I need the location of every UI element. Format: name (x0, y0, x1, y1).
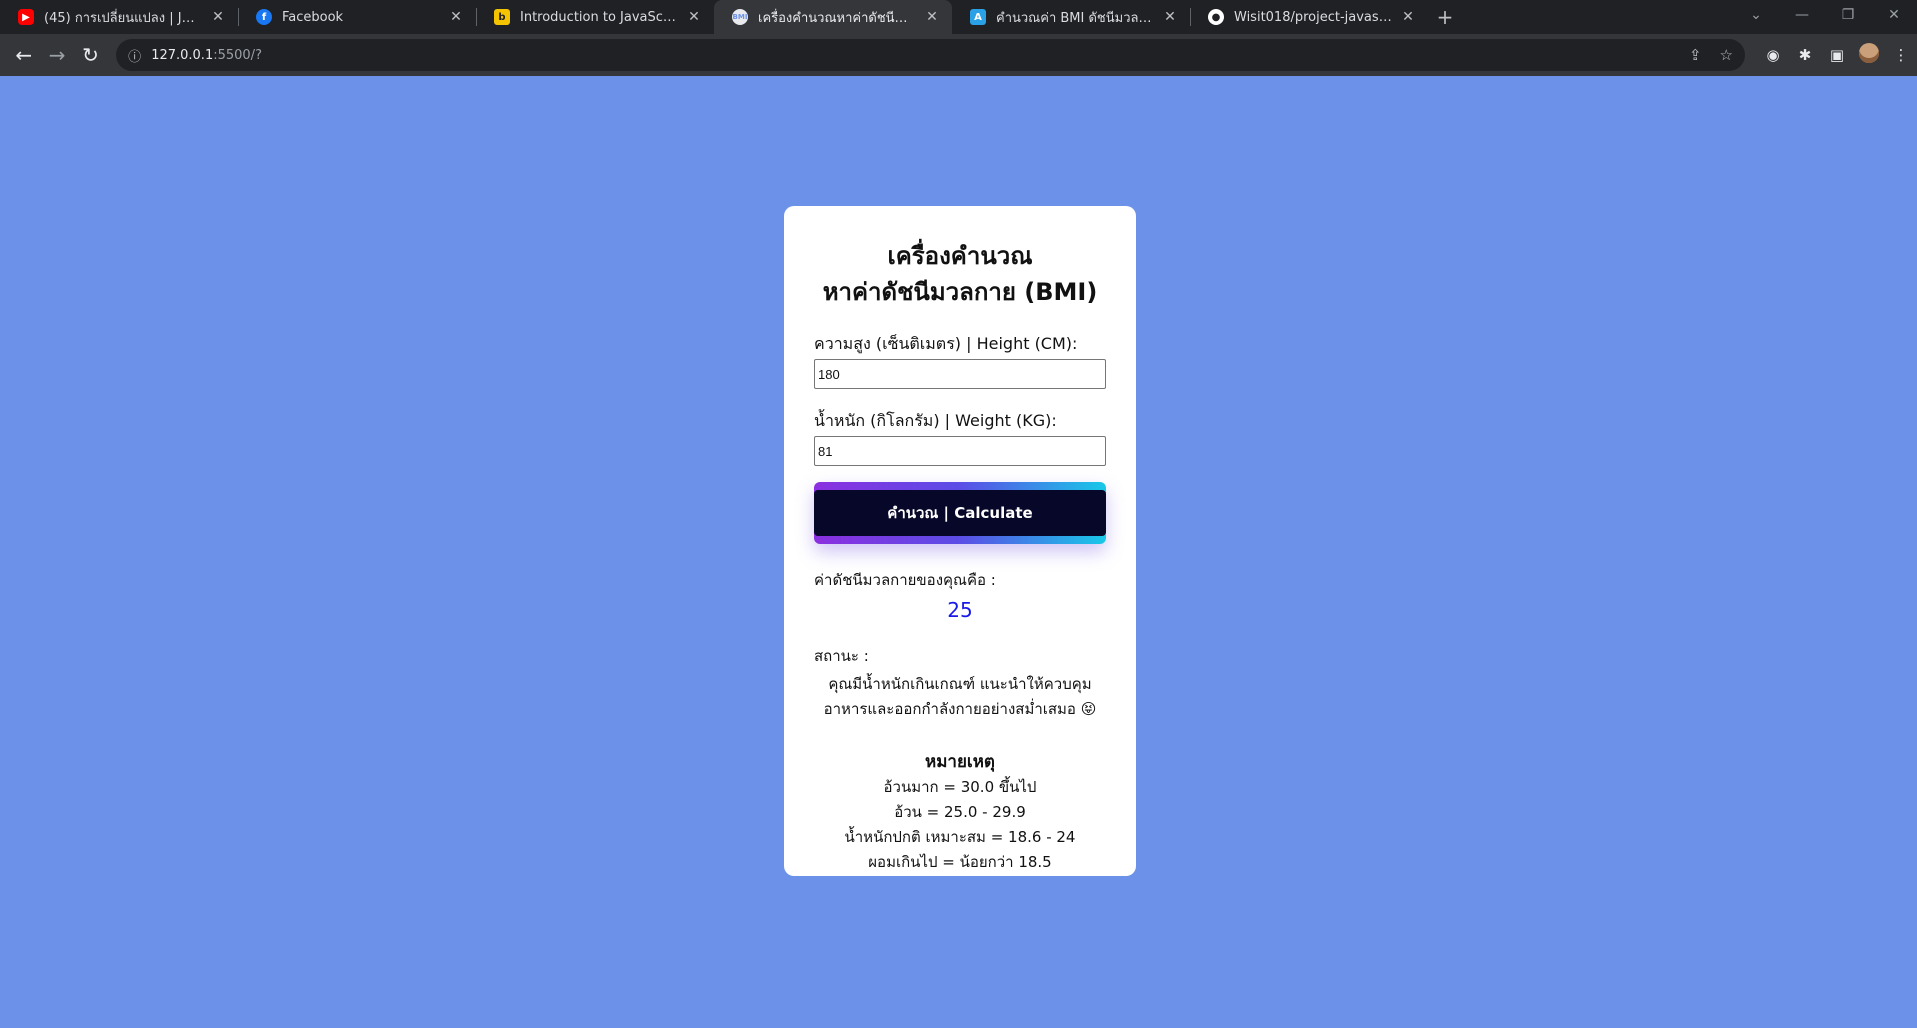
status-line-2: อาหารและออกกำลังกายอย่างสม่ำเสมอ 😝 (823, 700, 1097, 718)
result-label: ค่าดัชนีมวลกายของคุณคือ : (814, 571, 996, 589)
bmi-card: เครื่องคำนวณ หาค่าดัชนีมวลกาย (BMI) ความ… (784, 206, 1136, 876)
tab-search-icon[interactable]: ⌄ (1733, 0, 1779, 30)
tab-facebook[interactable]: f Facebook ✕ (238, 0, 476, 34)
status-label: สถานะ : (814, 647, 869, 665)
note-line-obese: อ้วน = 25.0 - 29.9 (894, 803, 1026, 821)
close-icon[interactable]: ✕ (924, 9, 940, 25)
tab-title: Facebook (282, 9, 344, 25)
title-line-1: เครื่องคำนวณ (887, 242, 1033, 270)
extension-icon[interactable]: ◉ (1757, 46, 1789, 64)
borntodev-icon: b (494, 9, 510, 25)
tab-title: (45) การเปลี่ยนแปลง | JONIN | THE (44, 10, 202, 26)
forward-button[interactable]: → (41, 39, 72, 71)
tab-borntodev[interactable]: b Introduction to JavaScript | born ✕ (476, 0, 714, 34)
note-line-underweight: ผอมเกินไป = น้อยกว่า 18.5 (868, 853, 1052, 871)
profile-avatar[interactable] (1853, 43, 1885, 67)
url-path: :5500/? (213, 47, 262, 63)
tab-strip: ▶ (45) การเปลี่ยนแปลง | JONIN | THE ✕ f … (0, 0, 1917, 34)
hospital-icon: A (970, 9, 986, 25)
extensions-puzzle-icon[interactable]: ✱ (1789, 46, 1821, 64)
reload-button[interactable]: ↻ (75, 39, 106, 71)
github-icon: ● (1208, 9, 1224, 25)
restore-button[interactable]: ❐ (1825, 0, 1871, 30)
note-line-very-obese: อ้วนมาก = 30.0 ขึ้นไป (883, 778, 1037, 796)
close-icon[interactable]: ✕ (210, 9, 226, 25)
bmi-icon: BMI (732, 9, 748, 25)
youtube-icon: ▶ (18, 9, 34, 25)
bookmark-star-icon[interactable]: ☆ (1720, 46, 1733, 64)
menu-kebab-icon[interactable]: ⋮ (1885, 46, 1917, 64)
new-tab-button[interactable]: + (1428, 0, 1462, 34)
url-host: 127.0.0.1 (151, 47, 214, 63)
close-icon[interactable]: ✕ (1400, 9, 1416, 25)
browser-toolbar: ← → ↻ ⓘ 127.0.0.1 :5500/? ⇪ ☆ ◉ ✱ ▣ ⋮ (0, 34, 1917, 76)
side-panel-icon[interactable]: ▣ (1821, 46, 1853, 64)
height-input[interactable] (814, 359, 1106, 389)
status-line-1: คุณมีน้ำหนักเกินเกณฑ์ แนะนำให้ควบคุม (828, 675, 1092, 693)
page-title: เครื่องคำนวณ หาค่าดัชนีมวลกาย (BMI) (814, 238, 1106, 310)
tab-title: Introduction to JavaScript | born (520, 9, 678, 25)
calculate-button-frame: คำนวณ | Calculate (814, 482, 1106, 544)
status-message: คุณมีน้ำหนักเกินเกณฑ์ แนะนำให้ควบคุม อาห… (814, 672, 1106, 722)
height-label: ความสูง (เซ็นติเมตร) | Height (CM): (814, 334, 1078, 353)
tab-title: เครื่องคำนวณหาค่าดัชนีมวลกาย (BMI (758, 10, 916, 26)
page-background: เครื่องคำนวณ หาค่าดัชนีมวลกาย (BMI) ความ… (0, 76, 1917, 1028)
tab-hospital-bmi[interactable]: A คำนวณค่า BMI ดัชนีมวลกาย | โรงพ ✕ (952, 0, 1190, 34)
tab-title: คำนวณค่า BMI ดัชนีมวลกาย | โรงพ (996, 10, 1154, 26)
calculate-button[interactable]: คำนวณ | Calculate (814, 490, 1106, 536)
close-window-button[interactable]: ✕ (1871, 0, 1917, 30)
weight-input[interactable] (814, 436, 1106, 466)
site-info-icon[interactable]: ⓘ (128, 46, 141, 65)
close-icon[interactable]: ✕ (448, 9, 464, 25)
window-controls: ⌄ — ❐ ✕ (1733, 0, 1917, 30)
weight-label: น้ำหนัก (กิโลกรัม) | Weight (KG): (814, 411, 1057, 430)
close-icon[interactable]: ✕ (686, 9, 702, 25)
back-button[interactable]: ← (8, 39, 39, 71)
minimize-button[interactable]: — (1779, 0, 1825, 30)
notes-title: หมายเหตุ (925, 752, 995, 772)
tab-github[interactable]: ● Wisit018/project-javascript: lear ✕ (1190, 0, 1428, 34)
title-line-2: หาค่าดัชนีมวลกาย (BMI) (822, 278, 1098, 306)
bmi-result-value: 25 (947, 598, 973, 622)
share-icon[interactable]: ⇪ (1689, 46, 1702, 64)
address-bar[interactable]: ⓘ 127.0.0.1 :5500/? ⇪ ☆ (116, 39, 1745, 71)
facebook-icon: f (256, 9, 272, 25)
close-icon[interactable]: ✕ (1162, 9, 1178, 25)
notes-section: หมายเหตุ อ้วนมาก = 30.0 ขึ้นไป อ้วน = 25… (814, 748, 1106, 875)
tab-youtube[interactable]: ▶ (45) การเปลี่ยนแปลง | JONIN | THE ✕ (0, 0, 238, 34)
note-line-normal: น้ำหนักปกติ เหมาะสม = 18.6 - 24 (844, 828, 1076, 846)
tab-title: Wisit018/project-javascript: lear (1234, 9, 1392, 25)
extensions-area: ◉ ✱ ▣ ⋮ (1757, 43, 1917, 67)
tab-bmi-calculator[interactable]: BMI เครื่องคำนวณหาค่าดัชนีมวลกาย (BMI ✕ (714, 0, 952, 34)
